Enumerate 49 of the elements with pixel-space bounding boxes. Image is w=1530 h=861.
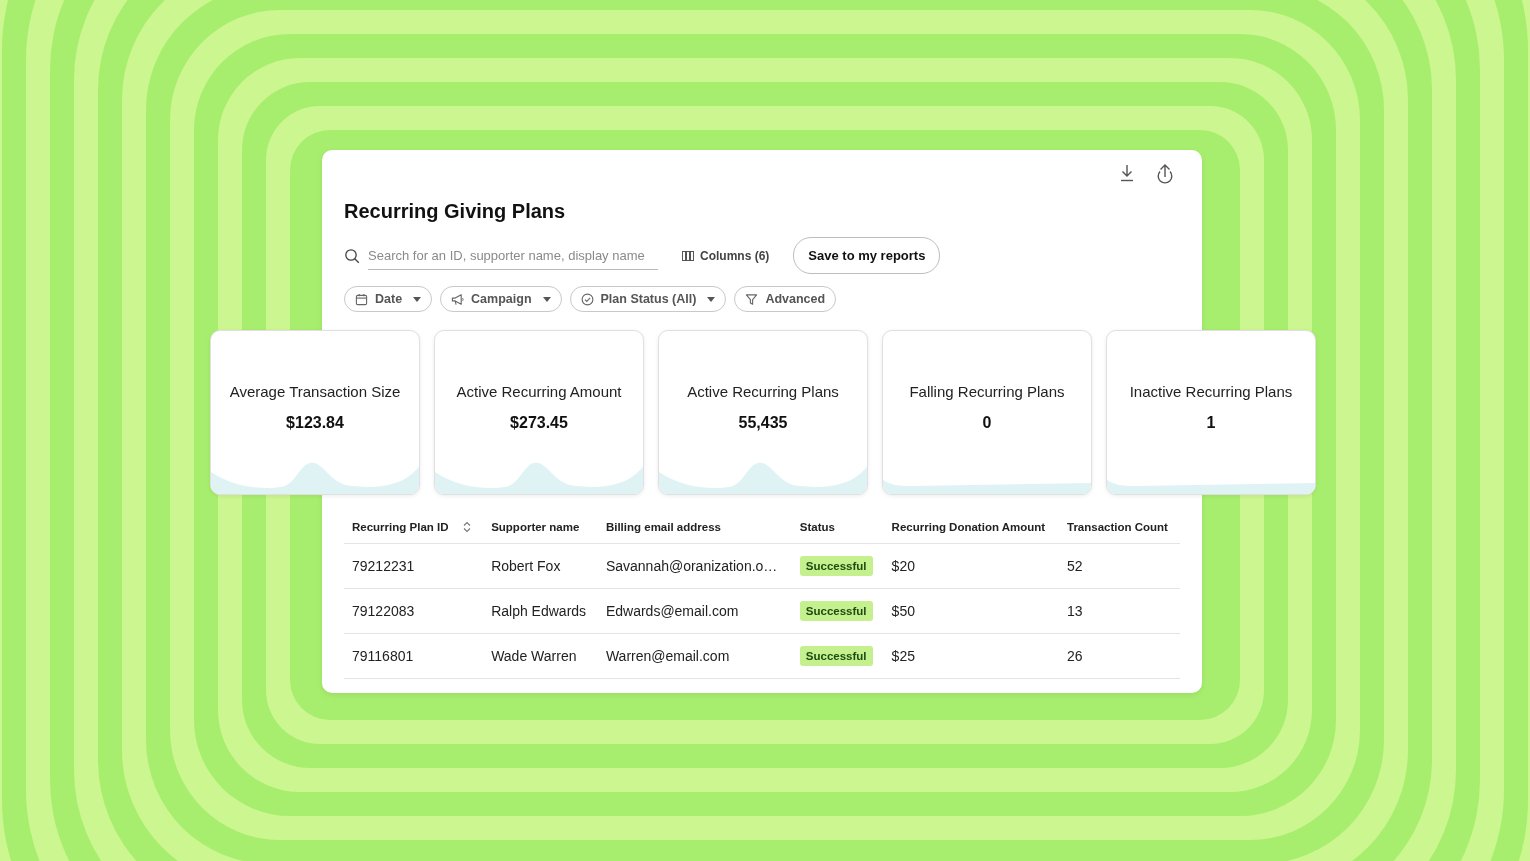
table-cell: Edwards@email.com <box>605 603 739 619</box>
table-cell: $20 <box>891 558 915 574</box>
metric-title: Falling Recurring Plans <box>909 383 1065 400</box>
save-report-button[interactable]: Save to my reports <box>793 237 941 274</box>
report-title: Recurring Giving Plans <box>344 200 566 223</box>
metric-value: 55,435 <box>738 414 788 432</box>
sort-icon[interactable] <box>462 521 471 533</box>
status-badge: Successful <box>799 601 873 621</box>
metric-value: 0 <box>982 414 992 432</box>
metric-title: Active Recurring Amount <box>456 383 622 400</box>
table-cell: Robert Fox <box>491 558 561 574</box>
table-cell: $50 <box>891 603 915 619</box>
column-header: Recurring Plan ID <box>352 521 449 533</box>
columns-button[interactable]: Columns (6) <box>680 244 772 267</box>
status-badge: Successful <box>799 646 873 666</box>
metric-value: $273.45 <box>510 414 568 432</box>
table-cell: 13 <box>1067 603 1083 619</box>
table-cell: 79116801 <box>352 648 414 664</box>
filter-chip[interactable]: Plan Status (All) <box>569 286 727 312</box>
calendar-icon <box>355 292 368 306</box>
column-header: Transaction Count <box>1067 521 1168 533</box>
table-cell: 52 <box>1067 558 1083 574</box>
table-cell: Warren@email.com <box>605 648 730 664</box>
metric-value: $123.84 <box>286 414 344 432</box>
filter-chip[interactable]: Campaign <box>440 286 562 312</box>
table-cell: 79212231 <box>352 558 415 574</box>
search-icon <box>344 247 360 264</box>
column-header: Recurring Donation Amount <box>891 521 1046 533</box>
table-cell: Savannah@oranization.o… <box>605 558 778 574</box>
metric-title: Average Transaction Size <box>229 383 401 400</box>
table-cell: Ralph Edwards <box>491 603 587 619</box>
table-cell: 26 <box>1067 648 1083 664</box>
table-cell: 79122083 <box>352 603 415 619</box>
metric-title: Active Recurring Plans <box>687 383 839 400</box>
filter-chip[interactable]: Advanced <box>734 286 837 312</box>
table-cell: $25 <box>891 648 915 664</box>
check-circle-icon <box>580 292 594 306</box>
table-cell: Wade Warren <box>491 648 577 664</box>
columns-icon <box>682 250 694 261</box>
column-header: Supporter name <box>491 521 580 533</box>
column-header: Billing email address <box>605 521 721 533</box>
search-field[interactable]: Search for an ID, supporter name, display name <box>368 241 658 270</box>
megaphone-icon <box>451 292 465 306</box>
metric-title: Inactive Recurring Plans <box>1129 383 1293 400</box>
filter-icon <box>745 292 759 306</box>
metric-value: 1 <box>1206 414 1216 432</box>
column-header: Status <box>799 521 835 533</box>
filter-chip[interactable]: Date <box>344 286 433 312</box>
status-badge: Successful <box>799 556 873 576</box>
